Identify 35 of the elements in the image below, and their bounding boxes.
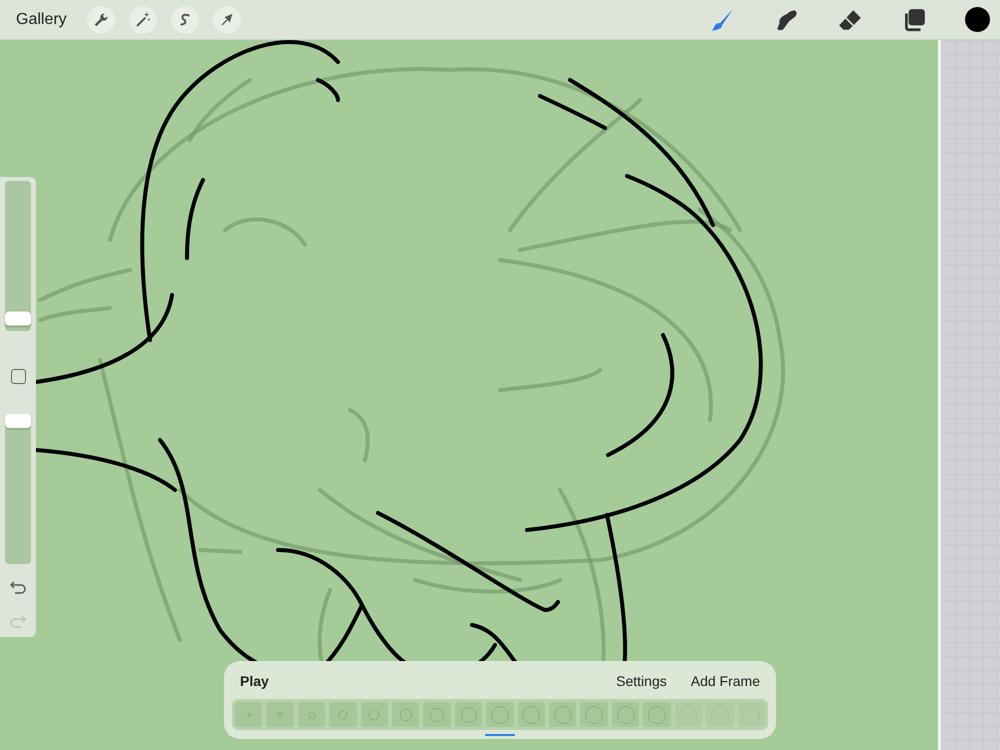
color-swatch[interactable]: [965, 7, 990, 32]
frame-thumbnail[interactable]: [329, 702, 357, 727]
frame-thumbnail[interactable]: [643, 702, 671, 727]
frame-thumbnail[interactable]: [706, 702, 734, 727]
play-button[interactable]: Play: [232, 671, 277, 691]
frame-thumbnail[interactable]: [392, 702, 420, 727]
selection-s-button[interactable]: [170, 6, 199, 34]
scroll-handle[interactable]: [485, 734, 515, 736]
add-frame-button[interactable]: Add Frame: [682, 671, 768, 691]
frame-thumbnail[interactable]: [235, 702, 262, 727]
magic-wand-button[interactable]: [128, 6, 157, 34]
settings-button[interactable]: Settings: [608, 671, 675, 691]
frame-thumbnail[interactable]: [298, 702, 326, 727]
wrench-button[interactable]: [86, 6, 115, 34]
undo-icon[interactable]: [10, 580, 26, 594]
gallery-button[interactable]: Gallery: [8, 6, 75, 32]
frame-thumbnail[interactable]: [454, 702, 482, 727]
arrow-cursor-button[interactable]: [212, 6, 241, 34]
magic-wand-icon: [134, 10, 152, 28]
frame-thumbnail[interactable]: [360, 702, 388, 727]
brush-size-slider[interactable]: [5, 181, 31, 331]
frame-thumbnail[interactable]: [674, 702, 702, 727]
slider-thumb[interactable]: [5, 414, 31, 428]
frame-thumbnail[interactable]: [580, 702, 608, 727]
frame-thumbnail[interactable]: [612, 702, 640, 727]
frame-thumbnail[interactable]: [266, 702, 294, 727]
frame-thumbnail[interactable]: [423, 702, 451, 727]
frame-thumbnail[interactable]: [738, 702, 765, 727]
drawing-canvas[interactable]: Play Settings Add Frame: [0, 40, 938, 750]
opacity-slider[interactable]: [5, 414, 31, 564]
slider-thumb[interactable]: [5, 312, 31, 326]
frame-thumbnail[interactable]: [549, 702, 576, 727]
frame-thumbnail[interactable]: [486, 702, 514, 727]
modify-button[interactable]: [10, 369, 26, 384]
frame-thumbnail[interactable]: [518, 702, 546, 727]
